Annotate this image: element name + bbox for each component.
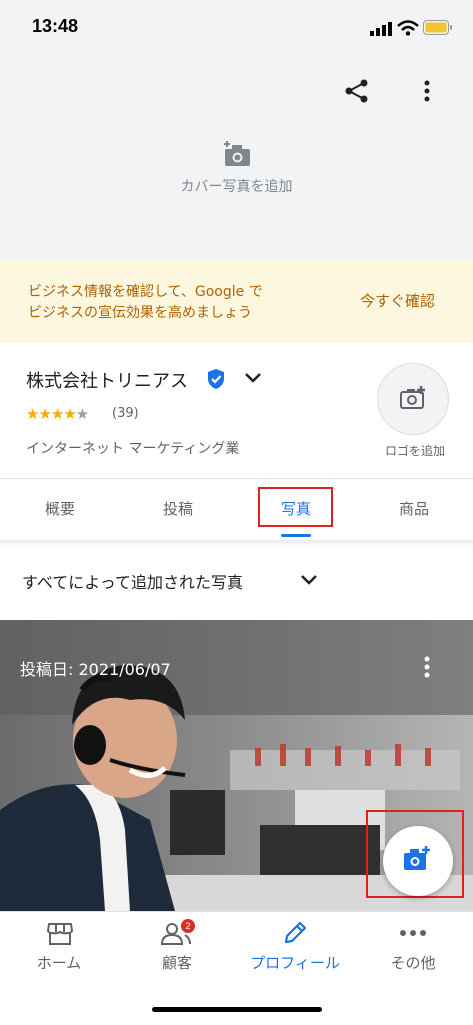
active-tab-indicator xyxy=(281,534,311,537)
photo-more-vert-icon[interactable] xyxy=(420,654,434,680)
more-vert-icon[interactable] xyxy=(420,78,434,104)
nav-profile[interactable]: プロフィール xyxy=(236,910,354,980)
banner-line-2: ビジネスの宣伝効果を高めましょう xyxy=(28,305,252,321)
nav-home[interactable]: ホーム xyxy=(0,910,118,980)
banner-line-1: ビジネス情報を確認して、Google で xyxy=(28,284,263,300)
photo-filter-dropdown[interactable]: すべてによって追加された写真 xyxy=(22,569,243,593)
business-name: 株式会社トリニアス xyxy=(26,371,188,392)
tab-posts[interactable]: 投稿 xyxy=(128,498,228,519)
nav-more[interactable]: その他 xyxy=(354,910,472,980)
notification-badge: 2 xyxy=(181,919,195,933)
add-camera-icon[interactable] xyxy=(221,140,253,168)
nav-profile-label: プロフィール xyxy=(250,954,340,972)
tab-products[interactable]: 商品 xyxy=(364,498,464,519)
section-separator xyxy=(0,540,473,546)
add-photo-icon xyxy=(404,846,430,870)
share-icon[interactable] xyxy=(344,78,370,104)
nav-customers[interactable]: 顧客 xyxy=(118,910,236,980)
storefront-icon xyxy=(47,923,73,945)
banner-message: ビジネス情報を確認して、Google で ビジネスの宣伝効果を高めましょう xyxy=(28,282,263,324)
divider xyxy=(0,478,473,479)
star-rating: ★★★★★ xyxy=(26,405,89,423)
stars-empty: ★ xyxy=(75,405,89,423)
verified-badge-icon xyxy=(208,369,224,389)
status-time: 13:48 xyxy=(32,16,79,36)
add-cover-photo-label[interactable]: カバー写真を追加 xyxy=(0,176,473,196)
highlight-box-photos-tab xyxy=(258,487,333,527)
nav-more-label: その他 xyxy=(390,954,436,972)
home-indicator[interactable] xyxy=(152,1007,322,1012)
verify-now-button[interactable]: 今すぐ確認 xyxy=(360,290,435,311)
review-count: (39) xyxy=(112,406,139,421)
nav-customers-label: 顧客 xyxy=(161,954,192,972)
pencil-icon xyxy=(284,921,307,944)
battery-icon xyxy=(423,20,452,35)
nav-home-label: ホーム xyxy=(36,954,82,972)
cellular-signal-icon xyxy=(370,22,392,36)
stars-filled: ★★★★ xyxy=(26,405,77,423)
more-horiz-icon xyxy=(400,930,426,936)
chevron-down-icon[interactable] xyxy=(300,574,318,586)
business-category: インターネット マーケティング業 xyxy=(26,441,240,457)
wifi-icon xyxy=(397,20,419,36)
chevron-down-icon[interactable] xyxy=(244,372,262,384)
add-photo-icon xyxy=(400,386,425,409)
photo-post-date: 投稿日: 2021/06/07 xyxy=(20,660,171,679)
add-logo-label: ロゴを追加 xyxy=(384,444,445,458)
tab-overview[interactable]: 概要 xyxy=(10,498,110,519)
